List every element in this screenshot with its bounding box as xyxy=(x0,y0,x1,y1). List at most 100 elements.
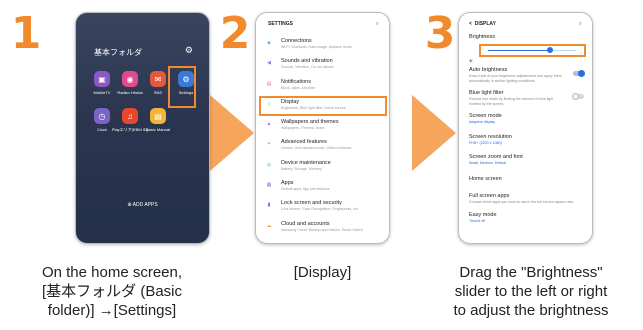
item-title: Apps xyxy=(281,180,294,187)
folder-settings-icon[interactable]: ⚙ xyxy=(185,45,193,56)
item-title: Blue light filter xyxy=(469,90,504,96)
step-3-caption: Drag the "Brightness" slider to the left… xyxy=(424,263,638,320)
app-label: Playエリア(EBM ID) xyxy=(111,127,149,132)
item-title: Easy mode xyxy=(469,212,497,218)
search-icon[interactable]: ⌕ xyxy=(376,21,379,35)
brightness-slider-highlight xyxy=(479,44,586,57)
radiko-app-icon: ◉ xyxy=(122,71,138,87)
item-subtitle: Sounds, Vibration, Do not disturb xyxy=(281,65,334,70)
item-subtitle: Wallpapers, Themes, Icons xyxy=(281,126,325,131)
folder-title: 基本フォルダ xyxy=(94,48,142,57)
settings-item-sounds[interactable]: ◀ Sounds and vibration Sounds, Vibration,… xyxy=(256,55,389,75)
step-1-number: 1 xyxy=(10,8,42,59)
app-label: SNS xyxy=(153,90,163,95)
home-screen-row[interactable]: Home screen xyxy=(459,176,592,183)
caption-line: Drag the "Brightness" xyxy=(459,264,603,281)
settings-item-wallpapers[interactable]: ▲ Wallpapers and themes Wallpapers, Theme… xyxy=(256,116,389,136)
settings-item-apps[interactable]: ▦ Apps Default apps, App permissions xyxy=(256,177,389,197)
item-title: Auto brightness xyxy=(469,67,508,73)
back-icon[interactable]: < xyxy=(469,21,472,27)
settings-title: SETTINGS xyxy=(268,21,294,27)
search-icon[interactable]: ⌕ xyxy=(579,21,582,33)
notifications-icon: ▤ xyxy=(266,80,272,87)
settings-item-cloud[interactable]: ☁ Cloud and accounts Samsung Cloud, Backu… xyxy=(256,218,389,238)
item-title: Lock screen and security xyxy=(281,200,342,207)
easy-mode-row[interactable]: Easy mode Turned off xyxy=(459,212,592,224)
item-title: Full screen apps xyxy=(469,192,510,199)
step-arrow-1 xyxy=(210,95,254,171)
cloud-icon: ☁ xyxy=(266,222,272,229)
app-radiko[interactable]: ◉ Radiko Hiroba xyxy=(116,71,144,95)
caption-line: [Display] xyxy=(293,264,352,281)
auto-brightness-toggle[interactable] xyxy=(573,70,585,77)
brightness-slider-fill xyxy=(488,50,550,51)
screen-mode-row[interactable]: Screen mode Adaptive display xyxy=(459,113,592,125)
item-title: Connections xyxy=(281,38,312,44)
settings-item-advanced[interactable]: ✦ Advanced features Games, One-handed mod… xyxy=(256,136,389,156)
item-subtitle: Reduce eye strain by limiting the amount… xyxy=(469,97,554,106)
settings-item-notifications[interactable]: ▤ Notifications Block, allow, prioritize xyxy=(256,76,389,96)
item-title: Cloud and accounts xyxy=(281,220,330,227)
home-screen-phone: 基本フォルダ ⚙ ▣ MobileTV ◉ Radiko Hiroba ✉ SN… xyxy=(75,12,210,244)
display-screen-phone: < DISPLAY ⌕ Brightness ☀ Auto brightness… xyxy=(458,12,593,244)
item-title: Sounds and vibration xyxy=(281,58,333,65)
app-basic-manual[interactable]: ▤ Basic Manual xyxy=(144,108,172,132)
brightness-slider-thumb[interactable] xyxy=(546,47,553,53)
app-label: Clock xyxy=(96,127,107,132)
item-title: Advanced features xyxy=(281,139,327,146)
brightness-sun-icon: ☀ xyxy=(468,59,474,65)
caption-line: to adjust the brightness xyxy=(453,302,609,319)
clock-app-icon: ◷ xyxy=(94,108,110,124)
manual-app-icon: ▤ xyxy=(150,108,166,124)
auto-brightness-row[interactable]: Auto brightness Keep track of your brigh… xyxy=(459,67,592,83)
settings-item-maintenance[interactable]: ◎ Device maintenance Battery, Storage, Me… xyxy=(256,157,389,177)
settings-highlight-box xyxy=(168,66,196,108)
item-title: Screen zoom and font xyxy=(469,154,523,160)
app-play[interactable]: ♫ Playエリア(EBM ID) xyxy=(112,108,148,132)
item-subtitle: Default apps, App permissions xyxy=(281,187,330,192)
item-title: Screen mode xyxy=(469,113,502,119)
item-subtitle: Small, Medium, Default xyxy=(469,161,507,165)
app-label: MobileTV xyxy=(93,90,111,95)
item-subtitle: Wi-Fi, Bluetooth, Data usage, Airplane m… xyxy=(281,45,352,49)
full-screen-apps-row[interactable]: Full screen apps Choose which apps you w… xyxy=(459,193,592,205)
item-subtitle: FHD+ (2220 x 1080) xyxy=(469,140,502,145)
app-label: Basic Manual xyxy=(145,127,170,132)
caption-line: [基本フォルダ (Basic xyxy=(41,283,182,300)
item-subtitle: Keep track of your brightness adjustment… xyxy=(469,74,562,83)
screen-resolution-row[interactable]: Screen resolution FHD+ (2220 x 1080) xyxy=(459,134,592,146)
settings-item-lock-screen[interactable]: ▮ Lock screen and security Lock screen, F… xyxy=(256,197,389,217)
app-mobiletv[interactable]: ▣ MobileTV xyxy=(88,71,116,95)
maintenance-icon: ◎ xyxy=(266,161,272,168)
display-header: < DISPLAY ⌕ xyxy=(459,13,592,33)
settings-header: SETTINGS ⌕ xyxy=(256,13,389,35)
item-subtitle: Samsung Cloud, Backup and restore, Smart… xyxy=(281,227,363,232)
display-highlight-box xyxy=(259,95,387,116)
settings-item-connections[interactable]: ◈ Connections Wi-Fi, Bluetooth, Data usag… xyxy=(256,35,389,55)
advanced-features-icon: ✦ xyxy=(266,141,272,148)
play-app-icon: ♫ xyxy=(122,108,138,124)
item-subtitle: Adaptive display xyxy=(469,120,496,124)
display-title: DISPLAY xyxy=(474,21,496,27)
add-apps-button[interactable]: ⊕ ADD APPS xyxy=(76,202,209,208)
settings-item-display[interactable]: ☼ Display Brightness, Blue light filter, … xyxy=(256,95,389,116)
lock-icon: ▮ xyxy=(267,202,271,209)
item-subtitle: Lock screen, Face Recognition, Fingerpri… xyxy=(281,207,359,212)
step-3-number: 3 xyxy=(424,8,456,59)
item-subtitle: Battery, Storage, Memory xyxy=(281,166,322,171)
blue-light-filter-row[interactable]: Blue light filter Reduce eye strain by l… xyxy=(459,90,592,106)
screen-zoom-row[interactable]: Screen zoom and font Small, Medium, Defa… xyxy=(459,154,592,166)
apps-icon: ▦ xyxy=(266,182,272,189)
caption-line: On the home screen, xyxy=(41,264,183,281)
brightness-label: Brightness xyxy=(469,34,495,40)
sns-app-icon: ✉ xyxy=(150,71,166,87)
app-label: Radiko Hiroba xyxy=(117,90,143,95)
item-title: Wallpapers and themes xyxy=(281,119,339,126)
caption-line: slider to the left or right xyxy=(454,283,608,300)
wallpapers-icon: ▲ xyxy=(266,121,272,128)
blue-light-toggle[interactable] xyxy=(572,93,584,100)
settings-screen-phone: SETTINGS ⌕ ◈ Connections Wi-Fi, Bluetooth… xyxy=(255,12,390,244)
item-title: Home screen xyxy=(469,175,502,182)
sound-icon: ◀ xyxy=(267,60,271,67)
item-subtitle: Block, allow, prioritize xyxy=(281,85,316,90)
